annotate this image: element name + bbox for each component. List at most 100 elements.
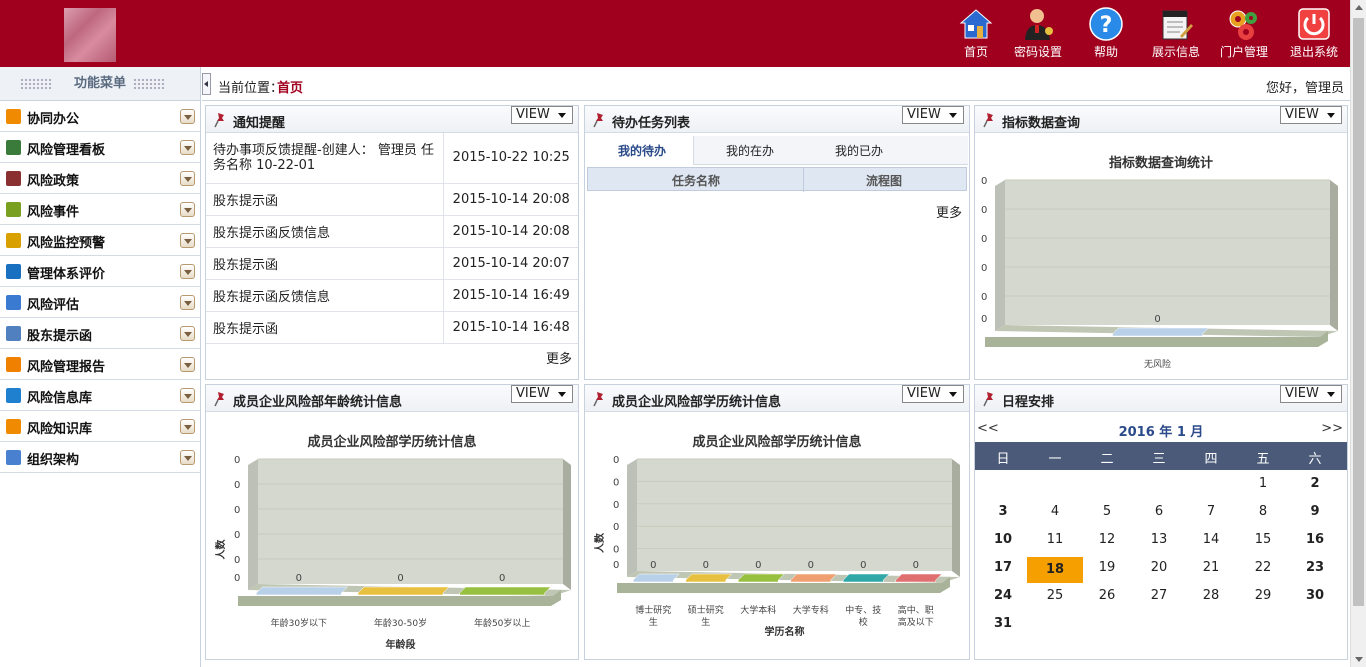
nav-help-button[interactable]: ? 帮助 <box>1076 6 1136 64</box>
calendar-day[interactable]: 17 <box>977 555 1029 581</box>
expand-dropdown-icon[interactable] <box>180 326 195 341</box>
calendar-day[interactable]: 10 <box>977 527 1029 553</box>
calendar-day[interactable]: 24 <box>977 583 1029 609</box>
expand-dropdown-icon[interactable] <box>180 388 195 403</box>
sidebar-item[interactable]: 协同办公 <box>0 101 200 132</box>
sidebar-item[interactable]: 风险评估 <box>0 287 200 318</box>
nav-home-button[interactable]: 首页 <box>946 6 1006 64</box>
notice-text[interactable]: 股东提示函反馈信息 <box>206 215 443 248</box>
calendar-day[interactable]: 3 <box>977 499 1029 525</box>
notice-row[interactable]: 股东提示函 2015-10-14 20:07 <box>206 247 578 280</box>
sidebar-item-label: 风险事件 <box>27 205 80 220</box>
sidebar-item[interactable]: 风险知识库 <box>0 411 200 442</box>
notice-date: 2015-10-14 20:08 <box>442 215 578 248</box>
sidebar-item[interactable]: 股东提示函 <box>0 318 200 349</box>
sidebar-item[interactable]: 管理体系评价 <box>0 256 200 287</box>
sidebar-item[interactable]: 风险事件 <box>0 194 200 225</box>
calendar-day[interactable]: 20 <box>1133 555 1185 581</box>
calendar-day[interactable]: 18 <box>1027 557 1083 583</box>
notice-row[interactable]: 股东提示函反馈信息 2015-10-14 20:08 <box>206 215 578 248</box>
scroll-up-arrow[interactable] <box>1355 5 1363 10</box>
expand-dropdown-icon[interactable] <box>180 295 195 310</box>
notice-row[interactable]: 待办事项反馈提醒-创建人： 管理员 任务名称 10-22-01 2015-10-2… <box>206 133 578 184</box>
calendar-day[interactable]: 19 <box>1081 555 1133 581</box>
calendar-day[interactable]: 1 <box>1237 471 1289 497</box>
view-dropdown[interactable]: VIEW <box>1280 385 1342 403</box>
view-dropdown[interactable]: VIEW <box>902 106 964 124</box>
calendar-day[interactable]: 16 <box>1289 527 1341 553</box>
sidebar-item[interactable]: 风险管理看板 <box>0 132 200 163</box>
expand-dropdown-icon[interactable] <box>180 264 195 279</box>
tab-my-todo[interactable]: 我的待办 <box>618 142 666 159</box>
calendar-day[interactable]: 22 <box>1237 555 1289 581</box>
scroll-thumb[interactable] <box>1353 18 1364 606</box>
expand-dropdown-icon[interactable] <box>180 202 195 217</box>
notice-row[interactable]: 股东提示函 2015-10-14 16:48 <box>206 311 578 344</box>
calendar-day[interactable]: 9 <box>1289 499 1341 525</box>
calendar-day[interactable]: 23 <box>1289 555 1341 581</box>
view-dropdown[interactable]: VIEW <box>1280 106 1342 124</box>
panel-title: 成员企业风险部年龄统计信息 <box>233 395 403 410</box>
calendar-day[interactable]: 11 <box>1029 527 1081 553</box>
calendar-day[interactable]: 2 <box>1289 471 1341 497</box>
next-month-button[interactable]: >> <box>1321 421 1343 436</box>
more-link[interactable]: 更多 <box>546 348 572 367</box>
notice-row[interactable]: 股东提示函 2015-10-14 20:08 <box>206 183 578 216</box>
page-scrollbar[interactable] <box>1350 0 1366 667</box>
calendar-day[interactable]: 30 <box>1289 583 1341 609</box>
expand-dropdown-icon[interactable] <box>180 450 195 465</box>
bar-value-label: 0 <box>296 573 302 584</box>
calendar-day[interactable]: 28 <box>1185 583 1237 609</box>
calendar-day[interactable]: 14 <box>1185 527 1237 553</box>
y-axis-label: 人数 <box>593 532 606 553</box>
view-dropdown[interactable]: VIEW <box>511 106 573 124</box>
sidebar-collapse-toggle[interactable] <box>202 73 211 95</box>
calendar-day[interactable]: 8 <box>1237 499 1289 525</box>
calendar-day[interactable]: 13 <box>1133 527 1185 553</box>
calendar-day[interactable]: 25 <box>1029 583 1081 609</box>
nav-portal-button[interactable]: 门户管理 <box>1214 6 1274 64</box>
more-link[interactable]: 更多 <box>936 202 962 221</box>
expand-dropdown-icon[interactable] <box>180 109 195 124</box>
sidebar-item[interactable]: 风险监控预警 <box>0 225 200 256</box>
calendar-day[interactable]: 6 <box>1133 499 1185 525</box>
notice-text[interactable]: 股东提示函 <box>206 311 443 344</box>
tab-done[interactable]: 我的已办 <box>835 142 883 159</box>
nav-logout-button[interactable]: 退出系统 <box>1284 6 1344 64</box>
calendar-day[interactable]: 15 <box>1237 527 1289 553</box>
y-tick-label: 0 <box>981 205 987 216</box>
calendar-day[interactable]: 29 <box>1237 583 1289 609</box>
expand-dropdown-icon[interactable] <box>180 140 195 155</box>
sidebar-item[interactable]: 组织架构 <box>0 442 200 473</box>
sidebar-item[interactable]: 风险政策 <box>0 163 200 194</box>
sidebar-item[interactable]: 风险信息库 <box>0 380 200 411</box>
weekday-label: 三 <box>1152 452 1166 467</box>
view-dropdown[interactable]: VIEW <box>511 385 573 403</box>
calendar-day[interactable]: 5 <box>1081 499 1133 525</box>
tab-in-progress[interactable]: 我的在办 <box>726 142 774 159</box>
calendar-day[interactable]: 27 <box>1133 583 1185 609</box>
view-dropdown[interactable]: VIEW <box>902 385 964 403</box>
calendar-day[interactable]: 26 <box>1081 583 1133 609</box>
calendar-day[interactable]: 12 <box>1081 527 1133 553</box>
notice-text[interactable]: 股东提示函 <box>206 183 443 216</box>
sidebar-item[interactable]: 风险管理报告 <box>0 349 200 380</box>
breadcrumb-current[interactable]: 首页 <box>277 77 303 96</box>
expand-dropdown-icon[interactable] <box>180 233 195 248</box>
nav-password-button[interactable]: 密码设置 <box>1008 6 1068 64</box>
notice-row[interactable]: 股东提示函反馈信息 2015-10-14 16:49 <box>206 279 578 312</box>
notice-text[interactable]: 股东提示函 <box>206 247 443 280</box>
expand-dropdown-icon[interactable] <box>180 419 195 434</box>
calendar-day[interactable]: 4 <box>1029 499 1081 525</box>
calendar-day[interactable]: 21 <box>1185 555 1237 581</box>
panel-titlebar: 待办任务列表 VIEW <box>585 106 969 133</box>
expand-dropdown-icon[interactable] <box>180 171 195 186</box>
notice-text[interactable]: 股东提示函反馈信息 <box>206 279 443 312</box>
nav-display-button[interactable]: 展示信息 <box>1146 6 1206 64</box>
scroll-down-arrow[interactable] <box>1355 657 1363 662</box>
x-tick-label: 年龄30-50岁 <box>374 617 427 629</box>
expand-dropdown-icon[interactable] <box>180 357 195 372</box>
calendar-day[interactable]: 7 <box>1185 499 1237 525</box>
calendar-day[interactable]: 31 <box>977 611 1029 637</box>
notice-text[interactable]: 待办事项反馈提醒-创建人： 管理员 任务名称 10-22-01 <box>206 133 443 184</box>
